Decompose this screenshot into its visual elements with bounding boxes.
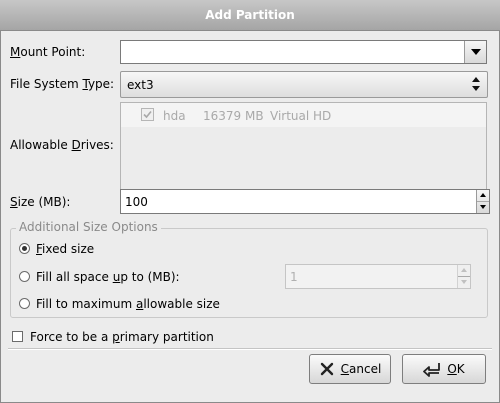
drive-row[interactable]: hda 16379 MB Virtual HD xyxy=(121,103,486,127)
updown-arrow-icon xyxy=(472,77,480,91)
mount-point-mnemonic: M xyxy=(10,45,21,59)
cancel-button-label: Cancel xyxy=(340,362,382,376)
title-bar: Add Partition xyxy=(0,0,500,31)
fill-max-label[interactable]: Fill to maximum allowable size xyxy=(36,297,220,311)
mount-point-label: Mount Point: xyxy=(10,45,85,59)
fs-type-label-text: File System xyxy=(10,77,83,91)
size-spinbox[interactable]: 100 xyxy=(120,189,490,214)
fill-upto-value[interactable]: 1 xyxy=(290,270,298,284)
cancel-button[interactable]: Cancel xyxy=(309,354,391,384)
ok-icon xyxy=(423,361,441,377)
fill-upto-decrement-button[interactable] xyxy=(458,277,470,289)
cancel-icon xyxy=(319,361,335,377)
size-spin-buttons xyxy=(476,190,489,213)
fill-upto-increment-button[interactable] xyxy=(458,265,470,277)
mount-point-combo[interactable] xyxy=(120,40,487,64)
chevron-down-icon xyxy=(470,49,481,55)
arrow-up-icon xyxy=(461,268,467,273)
fill-upto-radio[interactable] xyxy=(19,271,30,282)
mount-point-label-text: ount Point: xyxy=(20,45,86,59)
fixed-size-radio[interactable] xyxy=(19,243,30,254)
fs-type-value: ext3 xyxy=(127,78,154,92)
drives-label: Allowable Drives: xyxy=(10,138,114,152)
force-primary-checkbox[interactable] xyxy=(12,331,23,342)
ok-button-label: OK xyxy=(447,362,465,376)
size-decrement-button[interactable] xyxy=(477,202,489,214)
size-increment-button[interactable] xyxy=(477,190,489,202)
drives-list[interactable]: hda 16379 MB Virtual HD xyxy=(120,102,487,190)
size-label: Size (MB): xyxy=(10,195,71,209)
fill-upto-label[interactable]: Fill all space up to (MB): xyxy=(36,270,180,284)
force-primary-label[interactable]: Force to be a primary partition xyxy=(30,330,214,344)
fs-type-label: File System Type: xyxy=(10,77,115,91)
fill-upto-spin-buttons xyxy=(457,265,470,288)
drive-size: 16379 MB xyxy=(203,109,264,123)
arrow-up-icon xyxy=(480,193,486,198)
window-title: Add Partition xyxy=(205,8,295,22)
mount-point-dropdown-button[interactable] xyxy=(464,41,486,63)
arrow-down-icon xyxy=(480,205,486,210)
fill-upto-spinbox[interactable]: 1 xyxy=(285,264,471,289)
drive-checkbox[interactable] xyxy=(141,108,154,121)
fixed-size-label[interactable]: Fixed size xyxy=(36,242,94,256)
fill-max-radio[interactable] xyxy=(19,298,30,309)
ok-button[interactable]: OK xyxy=(402,354,486,384)
additional-size-options-legend: Additional Size Options xyxy=(16,220,161,234)
arrow-down-icon xyxy=(461,280,467,285)
size-value[interactable]: 100 xyxy=(125,195,148,209)
fs-type-select[interactable]: ext3 xyxy=(120,71,488,98)
drive-name: hda xyxy=(163,109,186,123)
button-separator xyxy=(8,348,492,350)
check-icon xyxy=(143,110,152,119)
drive-model: Virtual HD xyxy=(270,109,332,123)
